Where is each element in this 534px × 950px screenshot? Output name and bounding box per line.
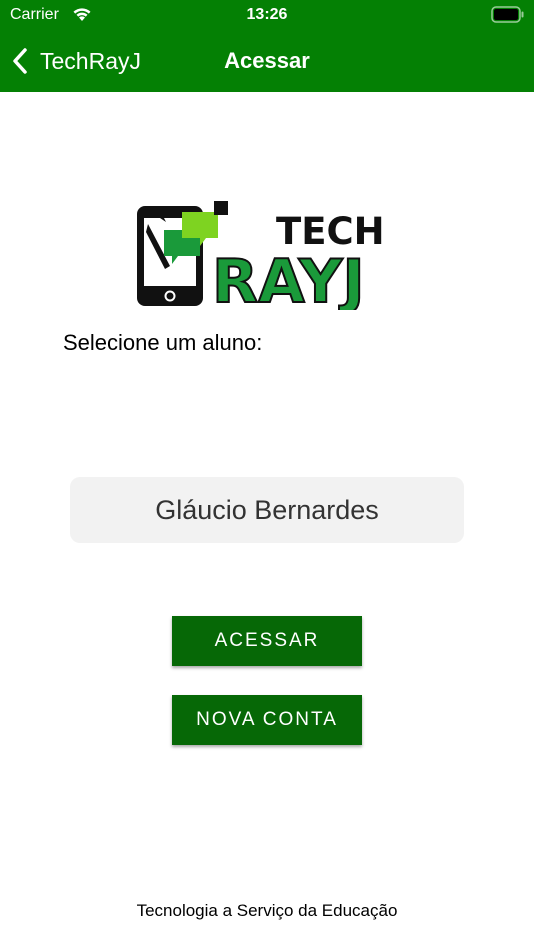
battery-icon xyxy=(491,6,524,23)
status-bar: Carrier 13:26 xyxy=(0,0,534,30)
acessar-button[interactable]: ACESSAR xyxy=(172,616,362,666)
logo-rayj-text: RAYJ xyxy=(212,247,365,310)
nova-conta-button[interactable]: NOVA CONTA xyxy=(172,695,362,745)
page-title: Acessar xyxy=(224,48,310,73)
select-student-label: Selecione um aluno: xyxy=(63,330,263,355)
status-time: 13:26 xyxy=(246,6,288,23)
navigation-bar: TechRayJ Acessar xyxy=(0,38,534,84)
techrayj-logo: TECH RAYJ xyxy=(137,201,385,310)
selected-student-name: Gláucio Bernardes xyxy=(155,494,379,525)
student-picker[interactable]: Gláucio Bernardes xyxy=(70,477,464,543)
header: Carrier 13:26 TechRayJ Acessar xyxy=(0,0,534,92)
footer-tagline: Tecnologia a Serviço da Educação xyxy=(136,901,398,920)
